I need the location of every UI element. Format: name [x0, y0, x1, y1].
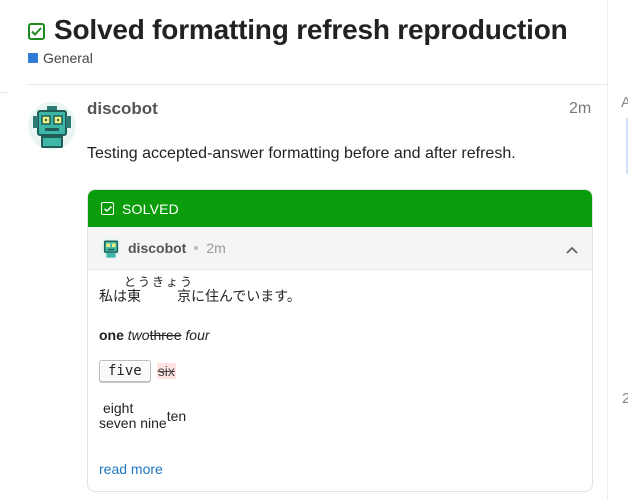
solved-header: SOLVED [88, 190, 592, 227]
annotation-line: seven nineten [99, 408, 186, 431]
solved-label: SOLVED [122, 200, 179, 217]
japanese-line: 私は東 京とうきょうに住んでいます。 [99, 275, 301, 306]
separator-dot [194, 246, 199, 250]
annotation-top: eight [103, 400, 134, 416]
edge-text-2: 2 [622, 390, 628, 407]
checkbox-icon [101, 202, 114, 215]
quote-time: 2m [206, 240, 226, 256]
strike-text: three [149, 327, 182, 343]
formatted-line: one twothree four [99, 327, 210, 343]
kbd-row: five six [99, 360, 176, 382]
superscript-text: ten [166, 408, 187, 424]
deleted-text: six [156, 363, 176, 379]
topic-title-row: Solved formatting refresh reproduction [28, 14, 568, 46]
italic-text-2: four [185, 327, 210, 343]
quote-avatar[interactable] [100, 237, 122, 259]
header-divider [28, 84, 607, 85]
post-time[interactable]: 2m [569, 100, 591, 118]
edge-text-a: A [621, 94, 628, 111]
category-badge[interactable]: General [28, 50, 93, 66]
ruby-text: とうきょう [123, 275, 194, 289]
annotation-base: seven nine [99, 415, 167, 431]
solved-checkbox-icon [28, 22, 45, 40]
read-more-link[interactable]: read more [99, 461, 163, 477]
quote-username[interactable]: discobot [128, 240, 186, 256]
ja-suffix: に住んでいます。 [190, 288, 301, 304]
left-rule [0, 92, 8, 93]
bold-text: one [99, 327, 124, 343]
avatar[interactable] [28, 102, 76, 150]
category-label: General [43, 50, 93, 66]
kbd-key: five [99, 360, 151, 382]
ja-kanji-1: 東 [123, 288, 148, 304]
quote-header[interactable]: discobot 2m [88, 227, 592, 270]
timeline-divider [607, 0, 608, 500]
topic-title[interactable]: Solved formatting refresh reproduction [54, 14, 568, 46]
post-body: Testing accepted-answer formatting befor… [87, 145, 516, 162]
chevron-up-icon[interactable] [566, 241, 578, 259]
category-color-icon [28, 53, 38, 63]
ruby-word: 東 京とうきょう [123, 275, 194, 304]
italic-text: two [127, 327, 150, 343]
ja-prefix: 私は [99, 288, 127, 304]
post-username[interactable]: discobot [87, 99, 158, 119]
